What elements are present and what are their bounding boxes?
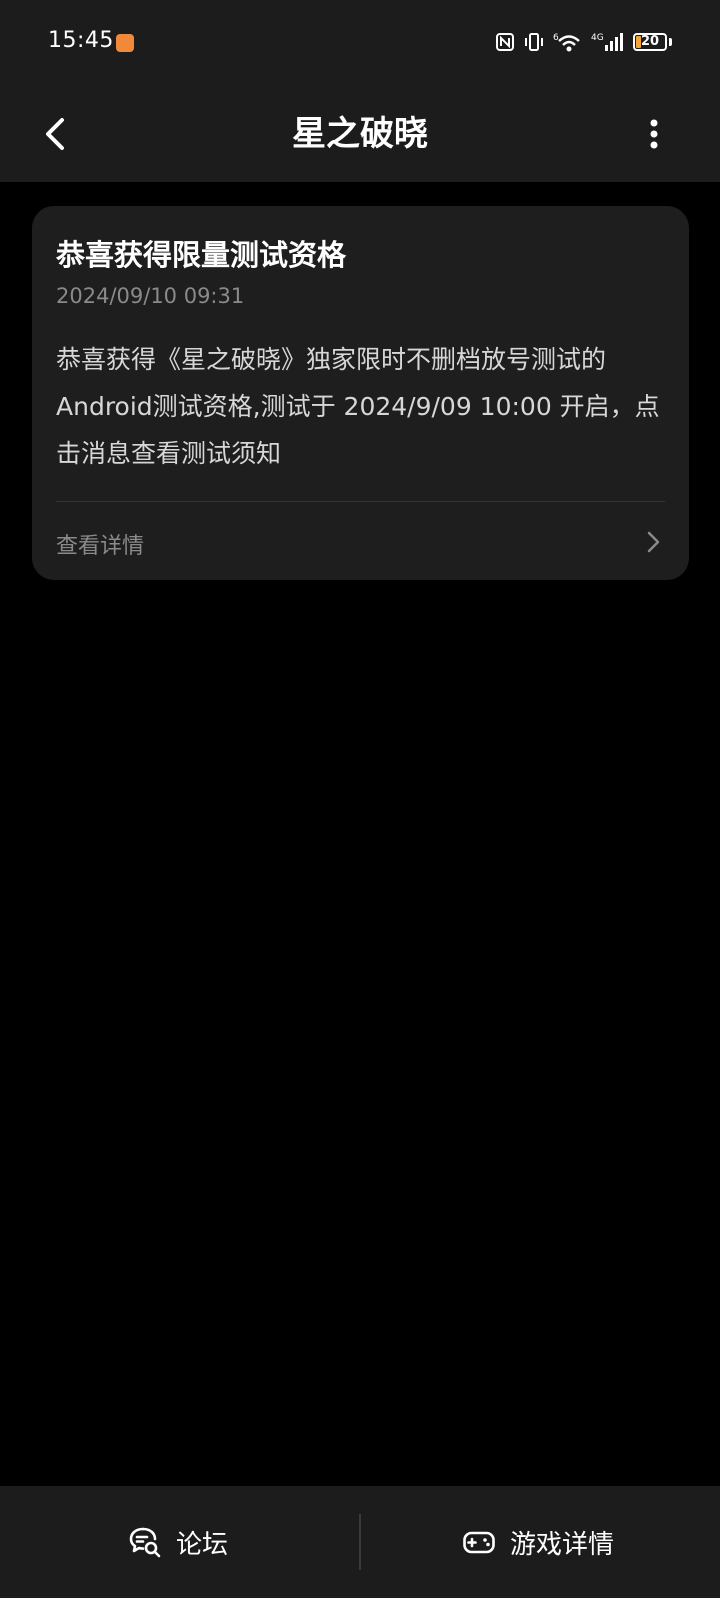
vibrate-icon — [525, 33, 543, 51]
message-body: 恭喜获得《星之破晓》独家限时不删档放号测试的Android测试资格,测试于 20… — [56, 345, 660, 468]
view-details-row[interactable]: 查看详情 — [32, 502, 689, 580]
view-details-label: 查看详情 — [56, 534, 145, 559]
gamepad-icon — [463, 1531, 495, 1554]
message-timestamp: 2024/09/10 09:31 — [56, 284, 245, 308]
forum-button[interactable]: 论坛 — [128, 1486, 228, 1598]
more-options-button[interactable] — [628, 108, 680, 160]
status-bar: 15:45 6 4G 20 — [0, 0, 720, 86]
chevron-right-icon — [647, 531, 660, 553]
status-icons: 6 4G 20 — [495, 30, 672, 54]
message-card[interactable]: 恭喜获得限量测试资格 2024/09/10 09:31 恭喜获得《星之破晓》独家… — [32, 206, 689, 580]
shield-app-icon — [116, 34, 134, 52]
app-header: 星之破晓 — [0, 86, 720, 182]
more-vertical-icon — [650, 119, 658, 149]
wifi-gen-label: 6 — [553, 33, 559, 43]
page-title: 星之破晓 — [292, 114, 428, 154]
game-details-button[interactable]: 游戏详情 — [462, 1486, 614, 1598]
bottom-action-bar: 论坛 游戏详情 — [0, 1486, 720, 1598]
bottom-divider — [359, 1514, 361, 1570]
game-details-label: 游戏详情 — [510, 1529, 615, 1560]
status-time: 15:45 — [48, 28, 114, 53]
battery-level: 20 — [640, 34, 660, 49]
network-type-label: 4G — [591, 33, 604, 43]
battery-icon: 20 — [633, 33, 667, 51]
message-title: 恭喜获得限量测试资格 — [56, 238, 347, 272]
nfc-icon — [496, 33, 514, 51]
forum-label: 论坛 — [176, 1529, 229, 1560]
cellular-signal-icon: 4G — [591, 33, 623, 51]
forum-chat-icon — [129, 1527, 161, 1558]
battery-tip — [669, 38, 672, 46]
wifi-icon: 6 — [553, 33, 580, 52]
